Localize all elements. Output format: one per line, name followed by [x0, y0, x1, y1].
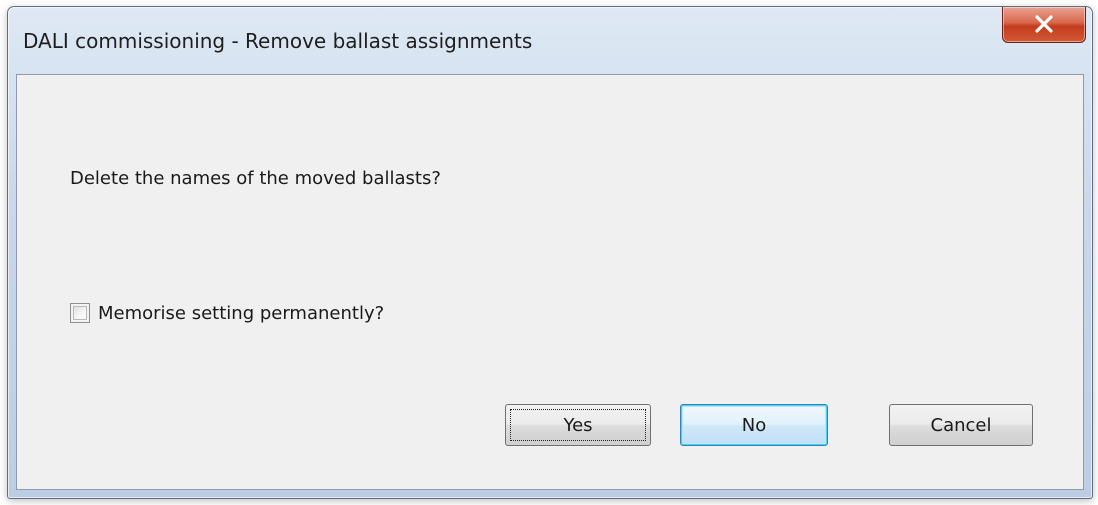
- title-bar[interactable]: DALI commissioning - Remove ballast assi…: [8, 7, 1092, 73]
- memorise-checkbox[interactable]: [70, 303, 90, 323]
- window-title: DALI commissioning - Remove ballast assi…: [23, 29, 533, 53]
- dialog-window: DALI commissioning - Remove ballast assi…: [7, 6, 1093, 499]
- yes-button-label: Yes: [563, 414, 593, 436]
- memorise-setting-option[interactable]: Memorise setting permanently?: [70, 300, 384, 326]
- question-text: Delete the names of the moved ballasts?: [70, 168, 441, 189]
- dialog-body: Delete the names of the moved ballasts? …: [16, 74, 1084, 490]
- no-button-label: No: [741, 414, 767, 436]
- close-icon: [1035, 15, 1053, 33]
- memorise-checkbox-label[interactable]: Memorise setting permanently?: [98, 303, 384, 324]
- close-button[interactable]: [1002, 7, 1086, 43]
- yes-button[interactable]: Yes: [505, 404, 651, 446]
- cancel-button[interactable]: Cancel: [889, 404, 1033, 446]
- cancel-button-label: Cancel: [930, 414, 992, 436]
- no-button[interactable]: No: [680, 404, 828, 446]
